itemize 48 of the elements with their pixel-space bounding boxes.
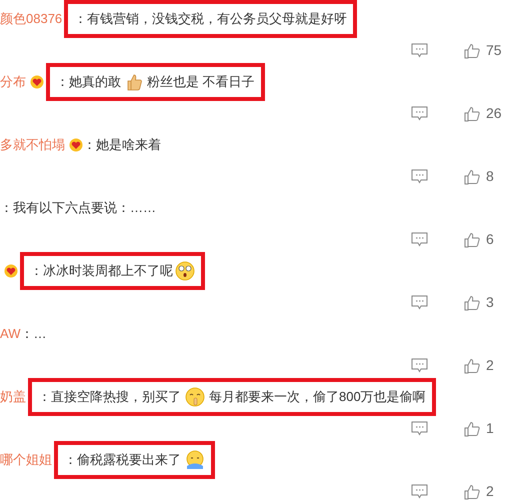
thumbs-up-icon[interactable] [464, 42, 480, 58]
comment-text: 她真的敢 [69, 73, 121, 92]
colon: ： [56, 73, 69, 92]
comment-icon[interactable] [411, 168, 428, 184]
comment-text: 有钱营销，没钱交税，有公务员父母就是好呀 [87, 10, 348, 28]
comment-text: 冰冰时装周都上不了呢 [43, 262, 173, 280]
colon: ： [64, 451, 77, 470]
thumbs-up-icon[interactable] [464, 420, 480, 436]
thumbs-up-icon[interactable] [464, 106, 480, 122]
comment-icon[interactable] [411, 42, 428, 58]
comment-icon[interactable] [411, 106, 428, 122]
like-count: 1 [486, 419, 494, 438]
like-count: 26 [486, 104, 502, 123]
like-count: 3 [486, 293, 494, 312]
colon: ： [83, 136, 96, 154]
like-count: 2 [486, 482, 494, 501]
thumbs-up-icon[interactable] [464, 484, 480, 500]
colon: ： [20, 325, 34, 344]
username[interactable]: 哪个姐姐 [0, 450, 52, 470]
comment-text: 我有以下六点要说：…… [13, 199, 156, 218]
thumbs-up-icon[interactable] [464, 232, 480, 248]
username[interactable]: 多就不怕塌 [0, 135, 65, 155]
thumbs-up-icon[interactable] [464, 294, 480, 310]
like-count: 6 [486, 230, 494, 249]
comment-icon[interactable] [411, 294, 428, 310]
comment-text: … [33, 325, 46, 344]
comment-text: 偷税露税要出来了 [77, 451, 181, 470]
comment-icon[interactable] [411, 420, 428, 436]
colon: ： [0, 199, 13, 218]
thumbs-up-icon[interactable] [464, 358, 480, 374]
thumbs-up-icon[interactable] [464, 168, 480, 184]
like-count: 8 [486, 167, 494, 186]
comment-text: 她是啥来着 [96, 136, 161, 154]
comment-text: 直接空降热搜，别买了 [51, 388, 181, 406]
colon: ： [30, 262, 43, 280]
colon: ： [38, 388, 51, 406]
username[interactable]: AW [0, 324, 20, 344]
like-count: 75 [486, 41, 502, 60]
comment-text: 粉丝也是 不看日子 [147, 73, 255, 92]
username[interactable]: 分布 [0, 72, 26, 92]
colon: ： [74, 10, 88, 28]
comment-icon[interactable] [411, 484, 428, 500]
username[interactable]: 颜色08376 [0, 9, 62, 29]
username[interactable]: 奶盖 [0, 387, 26, 407]
comment-text: 每月都要来一次，偷了800万也是偷啊 [209, 388, 426, 406]
like-count: 2 [486, 356, 494, 375]
comment-icon[interactable] [411, 232, 428, 248]
comment-icon[interactable] [411, 358, 428, 374]
